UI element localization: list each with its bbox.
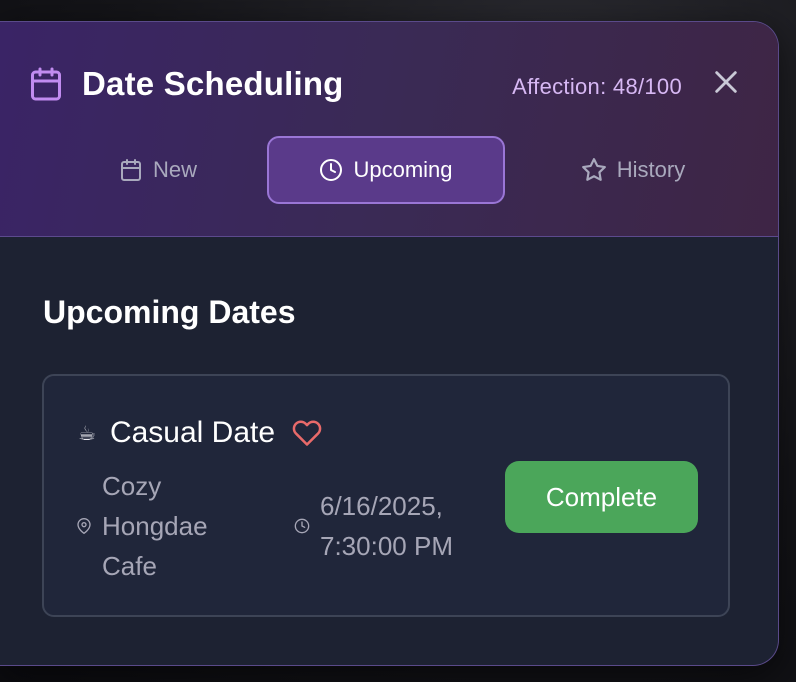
tab-history[interactable]: History (528, 136, 738, 204)
heart-icon (292, 420, 322, 446)
date-title: Casual Date (109, 416, 276, 449)
section-title: Upcoming Dates (43, 294, 296, 330)
clock-icon (294, 518, 310, 534)
tab-new[interactable]: New (68, 136, 248, 204)
date-card-header: ☕ Casual Date (78, 416, 323, 450)
tab-upcoming[interactable]: Upcoming (267, 136, 505, 204)
complete-button[interactable]: Complete (505, 461, 698, 533)
map-pin-icon (77, 518, 91, 534)
date-location: Cozy Hongdae Cafe (76, 466, 252, 586)
tab-bar: New Upcoming History (28, 136, 738, 204)
date-time: 6/16/2025, 7:30:00 PM (294, 486, 490, 566)
modal-header: Date Scheduling Affection: 48/100 New Up… (0, 22, 778, 237)
tab-history-label: History (616, 157, 686, 182)
modal-title: Date Scheduling (82, 65, 344, 102)
star-icon (581, 158, 606, 181)
clock-icon (320, 159, 343, 181)
datetime-text: 6/16/2025, 7:30:00 PM (320, 491, 453, 561)
tab-upcoming-label: Upcoming (353, 157, 453, 182)
close-icon[interactable] (712, 68, 740, 96)
location-text: Cozy Hongdae Cafe (102, 471, 208, 581)
coffee-icon: ☕ (78, 422, 96, 445)
affection-meter-text: Affection: 48/100 (512, 74, 682, 99)
calendar-icon (31, 67, 61, 101)
calendar-icon (120, 159, 141, 181)
date-scheduling-modal: Date Scheduling Affection: 48/100 New Up… (0, 21, 779, 666)
date-card: ☕ Casual Date Cozy Hongdae Cafe 6/16/202… (42, 374, 730, 617)
tab-new-label: New (152, 157, 197, 182)
